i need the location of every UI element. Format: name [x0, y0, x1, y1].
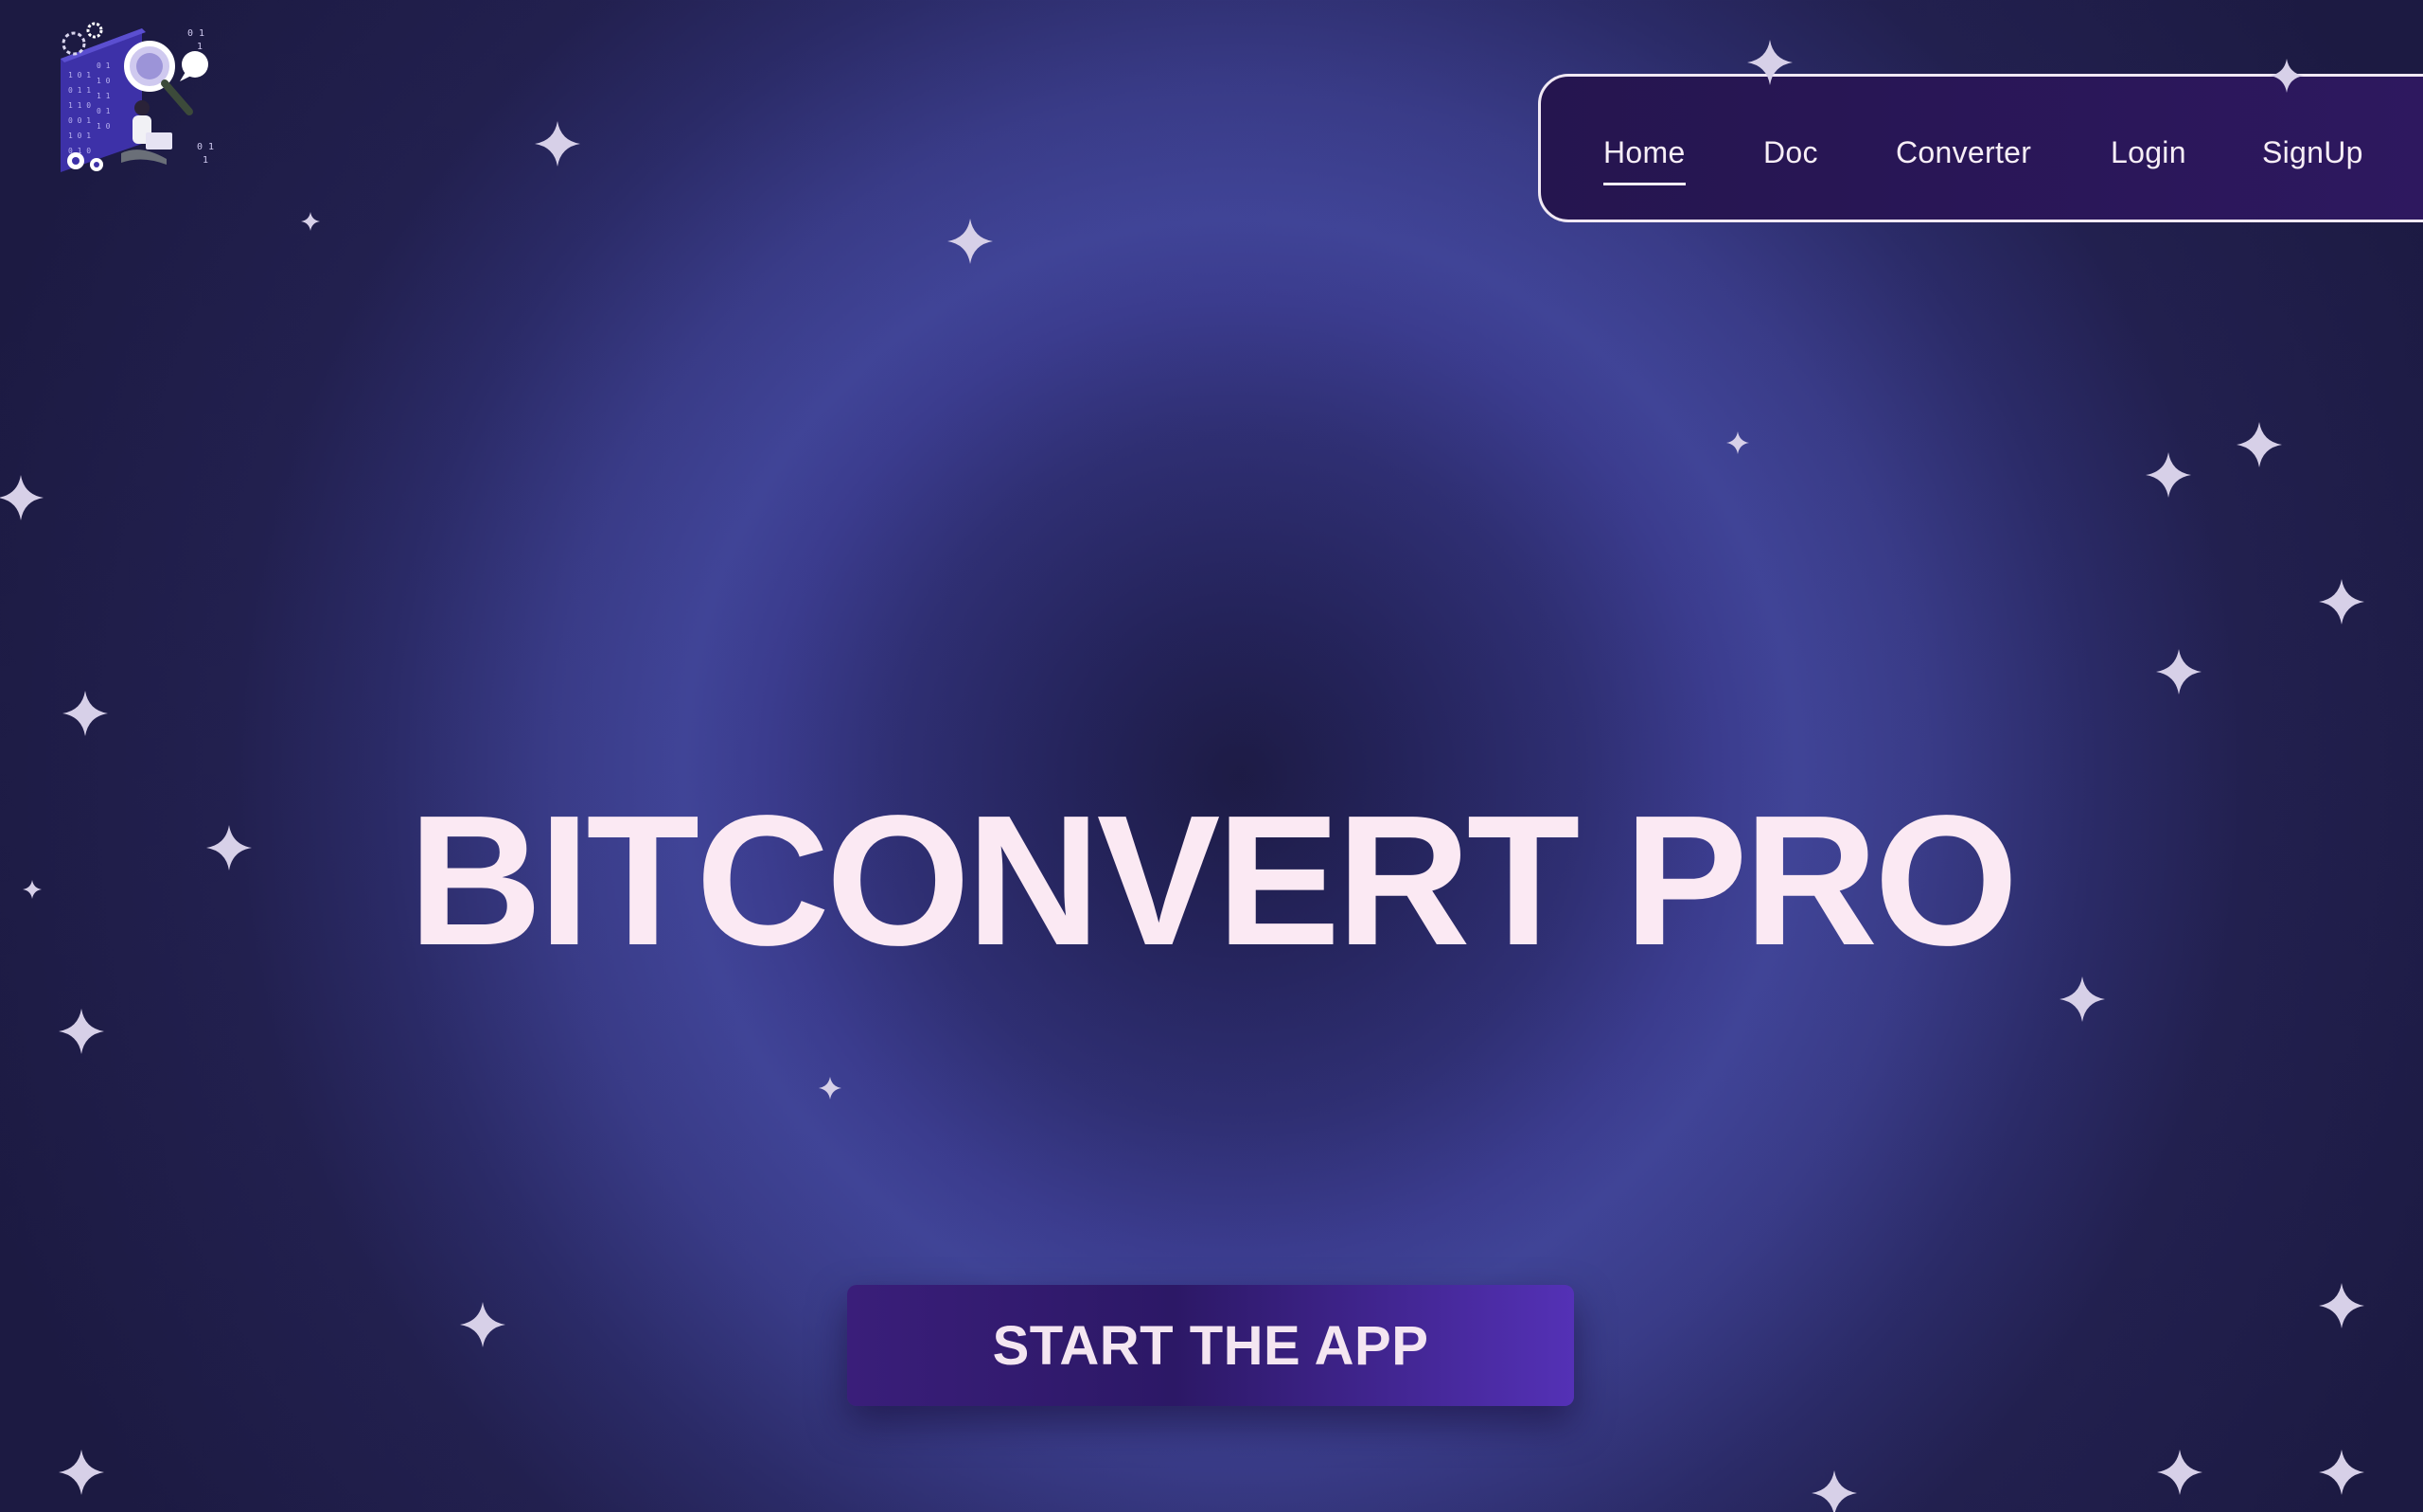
svg-text:0 0 1: 0 0 1 [68, 116, 91, 125]
sparkle-star-icon [1812, 1470, 1857, 1512]
svg-text:0 1: 0 1 [97, 62, 111, 70]
nav-login-link[interactable]: Login [2111, 135, 2186, 170]
nav-home-link[interactable]: Home [1603, 135, 1686, 185]
sparkle-star-icon [59, 1450, 104, 1495]
nav-signup-link[interactable]: SignUp [2262, 135, 2363, 170]
sparkle-star-icon [206, 825, 252, 870]
svg-text:1 1 0: 1 1 0 [68, 101, 91, 110]
svg-text:1 0: 1 0 [97, 122, 111, 131]
sparkle-star-icon [947, 219, 993, 264]
sparkle-star-icon [2146, 452, 2191, 498]
sparkle-star-icon [2270, 59, 2304, 93]
sparkle-star-icon [1747, 40, 1793, 85]
svg-text:0 1: 0 1 [197, 142, 214, 152]
svg-text:0 1 1: 0 1 1 [68, 86, 91, 95]
svg-text:1 1: 1 1 [97, 92, 111, 100]
svg-text:1 0: 1 0 [97, 77, 111, 85]
svg-text:1 0 1: 1 0 1 [68, 71, 91, 79]
sparkle-star-icon [59, 1009, 104, 1054]
sparkle-star-icon [2237, 422, 2282, 467]
sparkle-star-icon [62, 691, 108, 736]
svg-text:0 1: 0 1 [97, 107, 111, 115]
svg-text:1: 1 [203, 155, 208, 166]
main-nav: Home Doc Converter Login SignUp [1538, 74, 2423, 222]
svg-text:1 0 1: 1 0 1 [68, 132, 91, 140]
sparkle-star-icon [2319, 579, 2364, 624]
sparkle-star-icon [0, 475, 44, 520]
logo[interactable]: 1 0 1 0 1 1 1 1 0 0 0 1 1 0 1 0 1 0 0 1 … [55, 21, 218, 184]
start-app-button[interactable]: START THE APP [847, 1285, 1574, 1406]
data-analysis-illustration-icon: 1 0 1 0 1 1 1 1 0 0 0 1 1 0 1 0 1 0 0 1 … [61, 22, 214, 172]
sparkle-star-icon [2156, 649, 2202, 694]
sparkle-star-icon [1726, 431, 1749, 454]
nav-converter-link[interactable]: Converter [1896, 135, 2031, 170]
sparkle-star-icon [2060, 976, 2105, 1022]
sparkle-star-icon [2319, 1283, 2364, 1328]
svg-text:0 1: 0 1 [187, 28, 204, 39]
hero-title: BITCONVERT PRO [408, 777, 2018, 985]
sparkle-star-icon [460, 1302, 505, 1347]
sparkle-star-icon [23, 880, 42, 899]
nav-doc-link[interactable]: Doc [1763, 135, 1818, 170]
sparkle-star-icon [535, 121, 580, 167]
sparkle-star-icon [301, 212, 320, 231]
sparkle-star-icon [2319, 1450, 2364, 1495]
svg-text:1: 1 [197, 42, 203, 52]
sparkle-star-icon [819, 1077, 841, 1099]
sparkle-star-icon [2157, 1450, 2202, 1495]
